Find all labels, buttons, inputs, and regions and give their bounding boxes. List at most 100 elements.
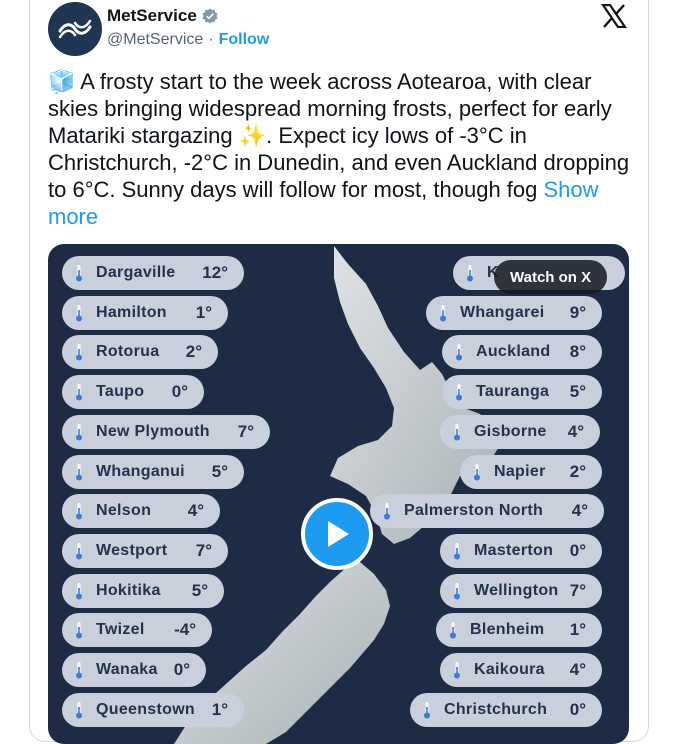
- thermometer-icon: [474, 463, 480, 480]
- thermometer-icon: [467, 265, 473, 282]
- city-name: Westport: [96, 541, 168, 559]
- city-temperature: 8°: [569, 342, 586, 362]
- thermometer-icon: [76, 423, 82, 441]
- city-name: Masterton: [474, 541, 554, 559]
- city-pill-left: Rotorua 2°: [62, 335, 218, 370]
- thermometer-icon: [454, 582, 460, 600]
- city-temperature: 2°: [185, 342, 202, 362]
- city-name: Tauranga: [476, 383, 550, 401]
- city-pill-right: Auckland 8°: [442, 335, 602, 370]
- thermometer-icon: [454, 662, 460, 679]
- city-pill-left: Taupo 0°: [62, 375, 204, 410]
- city-pill-left: Dargaville 12°: [62, 256, 244, 290]
- city-temperature: 1°: [211, 699, 228, 719]
- play-icon: [328, 521, 349, 547]
- city-name: Taupo: [96, 383, 145, 401]
- account-name[interactable]: MetService: [107, 6, 197, 26]
- city-pill-left: Hokitika 5°: [62, 573, 224, 608]
- thermometer-icon: [76, 662, 82, 679]
- city-name: Nelson: [96, 502, 152, 520]
- tweet-text: 🧊 A frosty start to the week across Aote…: [48, 68, 638, 230]
- account-name-row[interactable]: MetService: [107, 6, 218, 26]
- city-pill-right: Kaikoura 4°: [440, 653, 602, 687]
- city-temperature: 7°: [237, 421, 254, 441]
- thermometer-icon: [76, 265, 82, 282]
- city-temperature: 12°: [202, 263, 228, 282]
- city-pill-left: Queenstown 1°: [62, 692, 244, 727]
- handle-separator: ·: [208, 31, 214, 48]
- city-temperature: 4°: [187, 501, 204, 521]
- thermometer-icon: [440, 304, 446, 322]
- city-pill-left: New Plymouth 7°: [62, 414, 270, 449]
- city-name: Napier: [494, 462, 546, 480]
- sparkles-emoji: ✨: [238, 123, 267, 148]
- city-temperature: 5°: [569, 382, 586, 402]
- city-pill-right: Palmerston North 4°: [370, 494, 604, 529]
- city-temperature: 4°: [569, 660, 586, 679]
- play-button[interactable]: [301, 498, 373, 570]
- x-logo-icon[interactable]: [601, 4, 627, 28]
- thermometer-icon: [76, 503, 82, 520]
- thermometer-icon: [454, 542, 460, 560]
- city-pill-right: Masterton 0°: [440, 533, 602, 568]
- account-handle[interactable]: @MetService: [107, 31, 203, 49]
- thermometer-icon: [456, 344, 462, 361]
- thermometer-icon: [76, 384, 82, 401]
- thermometer-icon: [76, 622, 82, 639]
- thermometer-icon: [456, 384, 462, 401]
- city-temperature: 4°: [567, 421, 584, 441]
- thermometer-icon: [454, 423, 460, 441]
- video-media[interactable]: Dargaville 12° Hamilton 1° Rotorua 2° Taupo 0° N…: [48, 244, 629, 744]
- thermometer-icon: [450, 622, 456, 639]
- city-pill-right: Napier 2°: [460, 454, 602, 489]
- city-name: Hokitika: [96, 581, 161, 599]
- city-name: Kaikoura: [474, 661, 545, 678]
- city-temperature: 0°: [171, 382, 188, 402]
- city-name: Rotorua: [96, 343, 160, 361]
- city-pill-right: Tauranga 5°: [442, 375, 602, 410]
- thermometer-icon: [384, 503, 390, 520]
- thermometer-icon: [76, 542, 82, 560]
- city-temperature: 7°: [569, 580, 586, 600]
- city-pill-left: Nelson 4°: [62, 494, 220, 529]
- city-pill-left: Whanganui 5°: [62, 454, 244, 489]
- city-pill-left: Hamilton 1°: [62, 295, 228, 330]
- city-name: Hamilton: [96, 303, 167, 321]
- city-name: Twizel: [96, 621, 145, 639]
- city-name: Gisborne: [474, 422, 547, 440]
- city-name: Dargaville: [96, 264, 176, 281]
- city-name: Palmerston North: [404, 502, 544, 520]
- verified-badge-icon: [202, 8, 218, 24]
- city-name: Whanganui: [96, 462, 185, 480]
- city-name: Whangarei: [460, 303, 545, 321]
- city-pill-right: Christchurch 0°: [410, 692, 602, 727]
- city-temperature: 0°: [173, 660, 190, 679]
- city-temperature: 7°: [195, 540, 212, 560]
- city-temperature: 2°: [569, 461, 586, 481]
- city-name: Queenstown: [96, 700, 196, 718]
- thermometer-icon: [76, 344, 82, 361]
- watch-on-x-button[interactable]: Watch on X: [494, 260, 608, 294]
- city-name: New Plymouth: [96, 422, 210, 440]
- city-temperature: 5°: [191, 580, 208, 600]
- city-pill-right: Whangarei 9°: [426, 295, 602, 330]
- city-temperature: 4°: [571, 501, 588, 521]
- ice-cube-emoji: 🧊: [48, 69, 76, 94]
- city-temperature: 1°: [195, 302, 212, 322]
- thermometer-icon: [424, 701, 430, 719]
- city-pill-left: Westport 7°: [62, 533, 228, 568]
- city-pill-right: Gisborne 4°: [440, 414, 600, 449]
- follow-button[interactable]: Follow: [219, 31, 270, 49]
- thermometer-icon: [76, 304, 82, 322]
- city-temperature: 0°: [569, 540, 586, 560]
- city-temperature: 9°: [569, 302, 586, 322]
- city-temperature: -4°: [174, 620, 196, 640]
- city-pill-right: Wellington 7°: [440, 573, 602, 608]
- metservice-avatar[interactable]: [48, 2, 102, 56]
- city-name: Christchurch: [444, 700, 548, 718]
- handle-row: @MetService · Follow: [107, 31, 269, 49]
- city-name: Wellington: [474, 581, 559, 599]
- city-name: Blenheim: [470, 621, 545, 639]
- metservice-logo-icon: [58, 19, 92, 39]
- city-pill-right: Blenheim 1°: [436, 613, 602, 648]
